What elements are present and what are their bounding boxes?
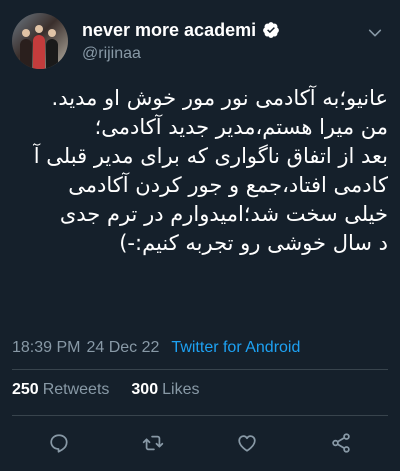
retweet-icon bbox=[142, 435, 164, 451]
tweet-text-line: خیلی سخت شد؛امیدوارم در ترم جدی bbox=[59, 202, 388, 226]
avatar[interactable] bbox=[12, 13, 68, 69]
tweet-actions bbox=[0, 428, 400, 458]
tweet-meta: 18:39 PM 24 Dec 22 Twitter for Android bbox=[12, 339, 388, 357]
avatar-head bbox=[35, 25, 43, 33]
display-name-row: never more academi bbox=[82, 20, 388, 41]
display-name[interactable]: never more academi bbox=[82, 20, 256, 41]
avatar-figure bbox=[20, 39, 32, 69]
retweet-button[interactable] bbox=[140, 430, 166, 456]
share-icon bbox=[332, 433, 350, 453]
share-button[interactable] bbox=[328, 430, 354, 456]
verified-badge-icon bbox=[263, 22, 279, 38]
author-names[interactable]: never more academi @rijinaa bbox=[82, 20, 388, 63]
divider bbox=[12, 415, 388, 416]
avatar-head bbox=[22, 29, 30, 37]
tweet-stats: 250 Retweets 300 Likes bbox=[12, 381, 388, 399]
tweet-header: never more academi @rijinaa bbox=[12, 10, 388, 72]
chevron-down-icon[interactable] bbox=[364, 22, 386, 44]
tweet-source-link[interactable]: Twitter for Android bbox=[171, 339, 300, 357]
avatar-figure bbox=[33, 35, 45, 69]
reply-button[interactable] bbox=[46, 430, 72, 456]
avatar-head bbox=[48, 29, 56, 37]
divider bbox=[12, 369, 388, 370]
likes-label: Likes bbox=[162, 381, 200, 398]
retweets-stat[interactable]: 250 Retweets bbox=[12, 381, 109, 399]
likes-count: 300 bbox=[131, 381, 159, 398]
tweet-time: 18:39 PM bbox=[12, 339, 81, 356]
tweet-text: عانیو؛به آکادمی نور مور خوش او مدید. من … bbox=[10, 84, 388, 258]
tweet-text-line: عانیو؛به آکادمی نور مور خوش او مدید. bbox=[51, 86, 388, 110]
retweets-count: 250 bbox=[12, 381, 39, 398]
likes-stat[interactable]: 300 Likes bbox=[131, 381, 199, 399]
like-icon bbox=[238, 435, 256, 452]
tweet-text-line: من میرا هستم،مدیر جدید آکادمی؛ bbox=[94, 115, 388, 139]
retweets-label: Retweets bbox=[42, 381, 110, 398]
reply-icon bbox=[50, 434, 68, 453]
tweet-text-line: کادمی افتاد،جمع و جور کردن آکادمی bbox=[68, 173, 388, 197]
tweet-text-line: بعد از اتفاق ناگواری که برای مدیر قبلی آ bbox=[33, 144, 388, 168]
tweet-date: 24 Dec 22 bbox=[86, 339, 160, 356]
like-button[interactable] bbox=[234, 430, 260, 456]
tweet-text-line: د سال خوشی رو تجربه کنیم:-) bbox=[119, 231, 388, 255]
author-handle[interactable]: @rijinaa bbox=[82, 45, 388, 63]
avatar-figure bbox=[46, 39, 58, 69]
